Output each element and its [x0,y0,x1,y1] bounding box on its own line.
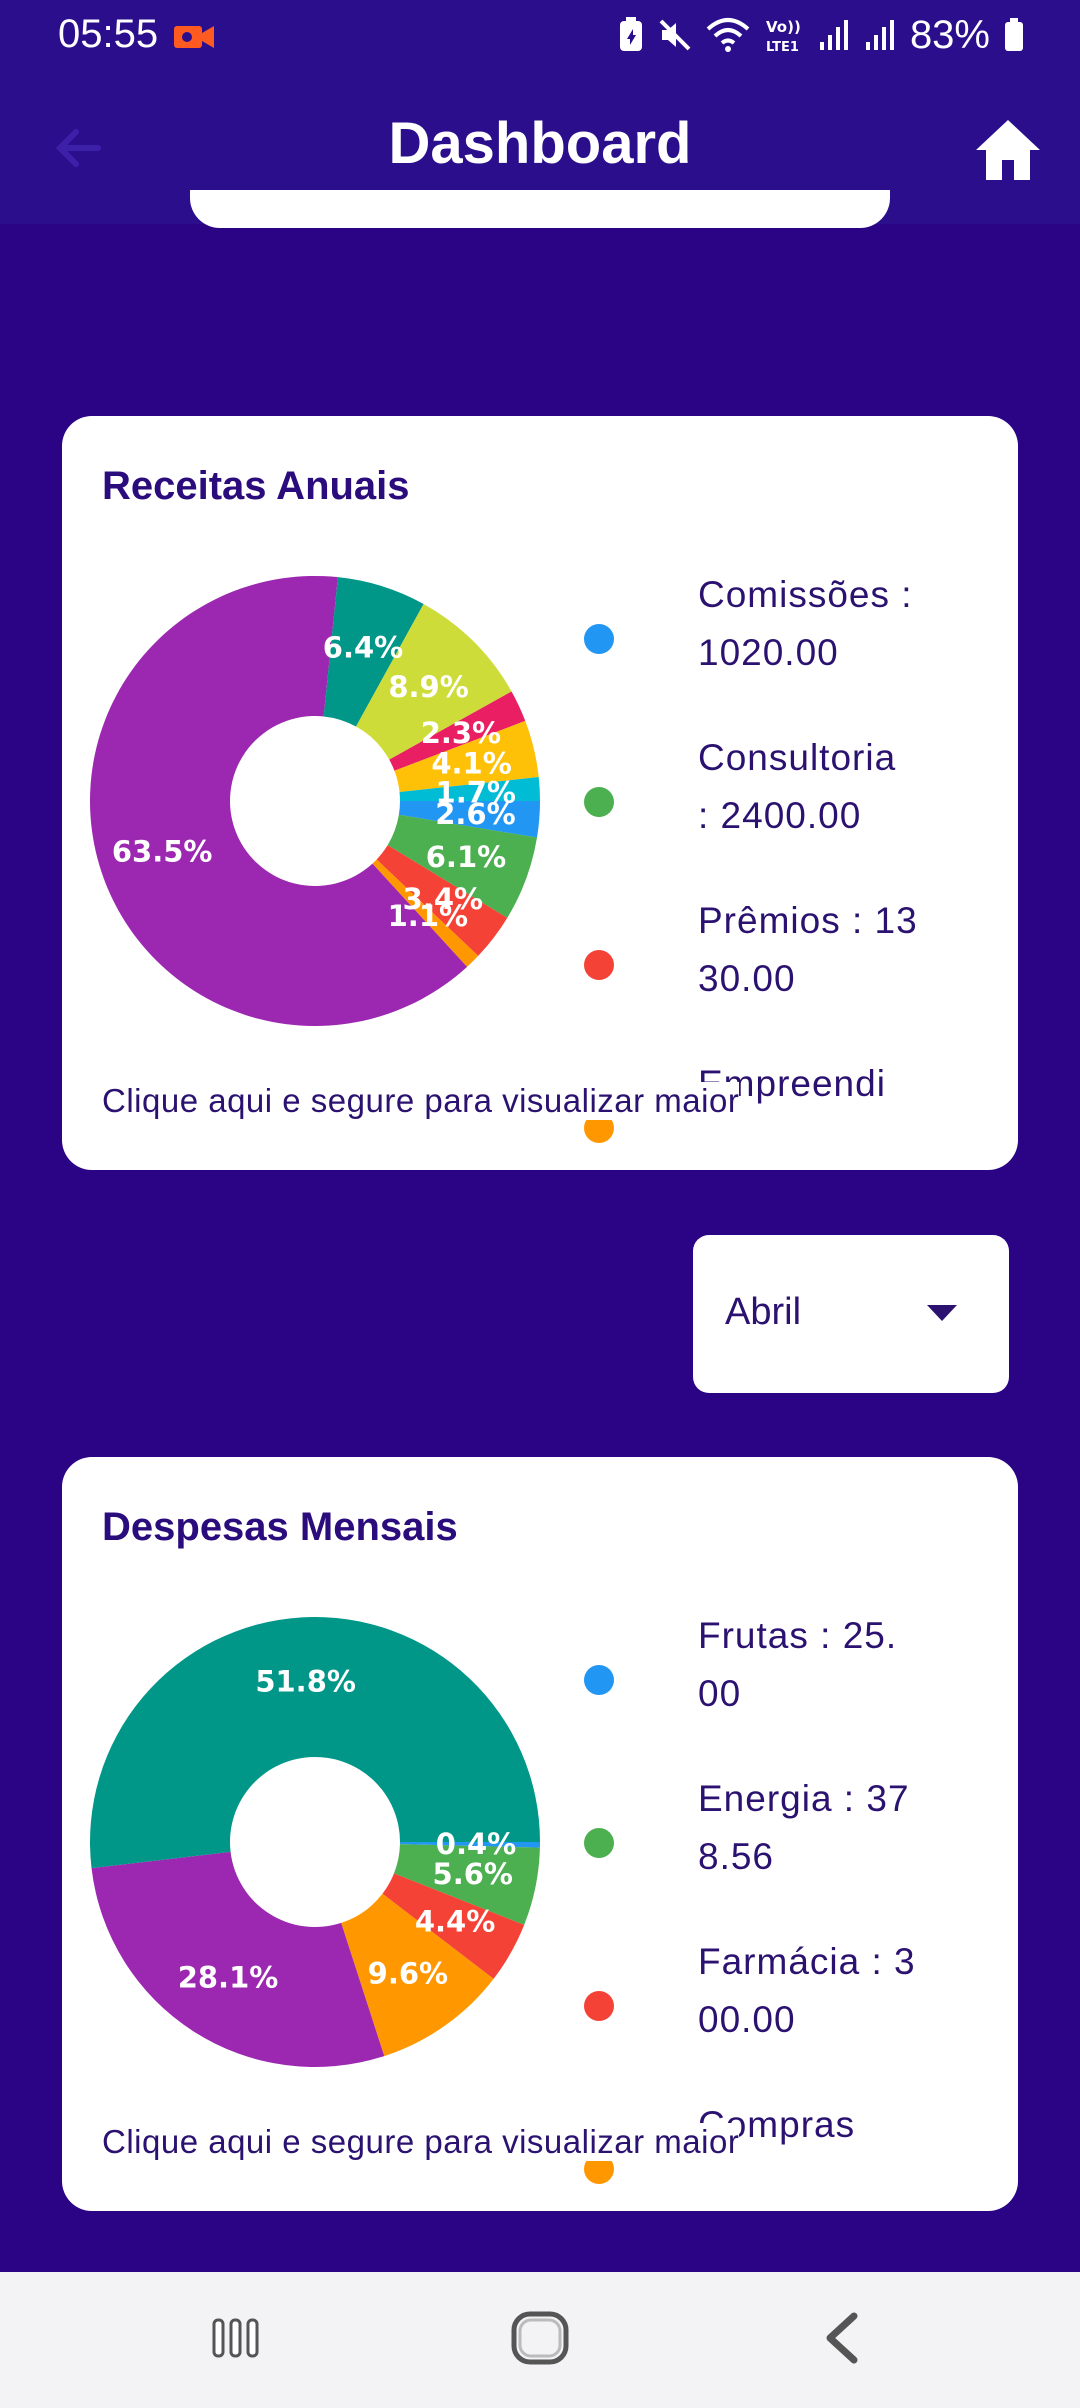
video-recording-icon [174,26,214,48]
pie-slice-label: 63.5% [112,835,213,869]
pie-slice [91,1851,385,2067]
despesas-hint: Clique aqui e segure para visualizar mai… [102,2123,740,2161]
legend-label: Frutas : 25.00 [698,1615,898,1714]
pie-slice-label: 28.1% [178,1960,279,1994]
pie-slice-label: 6.1% [426,840,506,874]
receitas-card-title: Receitas Anuais [102,464,410,508]
dropdown-arrow-icon [927,1305,957,1321]
legend-dot [584,787,614,817]
back-chevron-icon[interactable] [804,2302,884,2374]
wifi-icon [706,18,750,52]
pie-slice-label: 2.3% [421,716,501,750]
legend-dot [584,950,614,980]
battery-icon [1005,18,1023,51]
status-time: 05:55 [58,12,159,56]
month-dropdown-value: Abril [725,1291,802,1333]
pie-slice-label: 1.7% [436,775,516,809]
legend-label: Energia : 378.56 [698,1778,910,1877]
legend-label: Farmácia : 300.00 [698,1941,916,2040]
home-icon[interactable] [972,114,1044,186]
pie-slice-label: 1.1% [388,899,468,933]
status-bar: 05:55 Vo)) LTE1 83% [0,0,1080,72]
volte-icon: Vo)) LTE1 [766,18,801,55]
pie-slice-label: 8.9% [388,670,468,704]
legend-label: Prêmios : 1330.00 [698,900,918,999]
pie-slice-label: 6.4% [323,630,403,664]
receitas-donut-chart[interactable]: 2.6%6.1%3.4%1.1%63.5%6.4%8.9%2.3%4.1%1.7… [90,576,540,1026]
pie-slice-label: 9.6% [368,1957,448,1991]
svg-text:LTE1: LTE1 [766,40,799,55]
pie-slice-label: 5.6% [433,1857,513,1891]
receitas-card[interactable]: Receitas Anuais Comissões : 1020.00 Cons… [62,416,1018,1170]
legend-dot [584,1991,614,2021]
despesas-donut-chart[interactable]: 0.4%5.6% 4.4% 9.6% 28.1% 51.8% [90,1617,540,2067]
pie-slice-label: 4.4% [415,1904,495,1938]
signal-icon [865,20,894,50]
pie-slice-label: 0.4% [436,1827,516,1861]
legend-label: Consultoria : 2400.00 [698,737,897,836]
receitas-hint: Clique aqui e segure para visualizar mai… [102,1082,740,1120]
legend-dot [584,624,614,654]
pie-slice-label: 51.8% [255,1664,356,1698]
month-dropdown[interactable]: Abril [693,1235,1009,1393]
page-title: Dashboard [388,111,692,176]
previous-card-edge [190,190,890,228]
despesas-card[interactable]: Despesas Mensais Frutas : 25.00 Energia … [62,1457,1018,2211]
mute-icon [659,19,691,51]
legend-label: Comissões : 1020.00 [698,574,913,673]
system-nav-bar [0,2272,1080,2408]
home-circle-icon[interactable] [500,2302,580,2374]
legend-dot [584,1828,614,1858]
despesas-card-title: Despesas Mensais [102,1505,458,1549]
legend-dot [584,1665,614,1695]
svg-text:Vo)): Vo)) [766,18,801,36]
signal-icon [819,20,848,50]
battery-percent: 83% [909,12,990,57]
battery-saver-icon [619,17,642,51]
screen: 05:55 Vo)) LTE1 83% Dashboard Receitas A… [0,0,1080,2408]
status-icons: Vo)) LTE1 83% [618,10,1024,60]
recent-apps-icon[interactable] [196,2302,276,2374]
